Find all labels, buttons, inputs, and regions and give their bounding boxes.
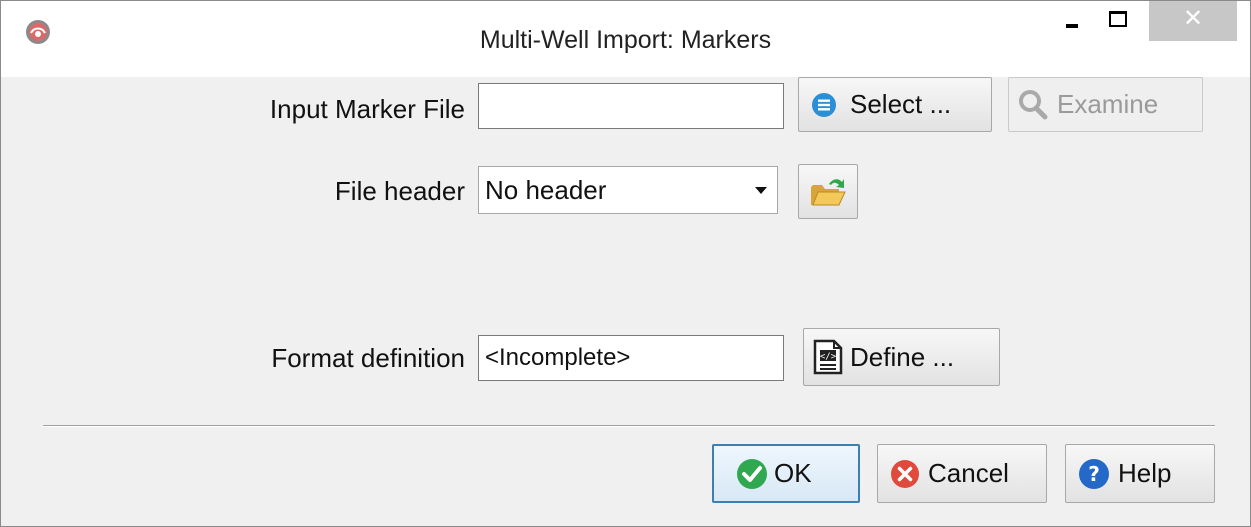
open-header-button[interactable] <box>798 164 858 219</box>
input-marker-file-label: Input Marker File <box>269 94 465 124</box>
checkmark-icon <box>737 458 767 489</box>
select-file-button[interactable]: Select ... <box>798 77 992 132</box>
file-header-selected: No header <box>485 175 607 205</box>
document-icon: </> <box>813 339 843 375</box>
separator-line <box>43 425 1215 427</box>
ok-button[interactable]: OK <box>712 444 860 503</box>
examine-label: Examine <box>1057 89 1159 119</box>
svg-text:</>: </> <box>820 352 837 362</box>
cancel-button[interactable]: Cancel <box>877 444 1047 503</box>
list-icon <box>812 92 836 117</box>
cancel-label: Cancel <box>928 458 1009 488</box>
input-marker-file-field[interactable] <box>478 83 784 129</box>
title-bar[interactable]: Multi-Well Import: Markers ✕ <box>1 1 1250 77</box>
help-button[interactable]: ? Help <box>1065 444 1215 503</box>
chevron-down-icon <box>755 187 767 194</box>
format-definition-label: Format definition <box>271 343 465 373</box>
question-icon: ? <box>1079 458 1109 489</box>
maximize-button[interactable] <box>1095 1 1141 41</box>
maximize-icon <box>1109 11 1127 27</box>
select-file-label: Select ... <box>850 89 952 119</box>
folder-open-icon <box>811 178 846 205</box>
format-definition-field[interactable]: <Incomplete> <box>478 335 784 381</box>
dialog-window: Multi-Well Import: Markers ✕ Input Marke… <box>0 0 1251 527</box>
close-icon: ✕ <box>1182 4 1204 32</box>
define-button[interactable]: </> Define ... <box>803 328 1000 386</box>
help-label: Help <box>1118 458 1172 488</box>
magnifier-icon <box>1019 89 1048 119</box>
svg-text:?: ? <box>1088 462 1100 486</box>
file-header-dropdown[interactable]: No header <box>478 166 778 214</box>
examine-button[interactable]: Examine <box>1008 77 1203 132</box>
ok-label: OK <box>774 458 812 488</box>
minimize-icon <box>1066 24 1078 28</box>
cancel-x-icon <box>891 459 919 488</box>
define-label: Define ... <box>850 341 955 372</box>
minimize-button[interactable] <box>1049 1 1095 41</box>
file-header-label: File header <box>334 176 465 206</box>
close-button[interactable]: ✕ <box>1149 1 1237 41</box>
